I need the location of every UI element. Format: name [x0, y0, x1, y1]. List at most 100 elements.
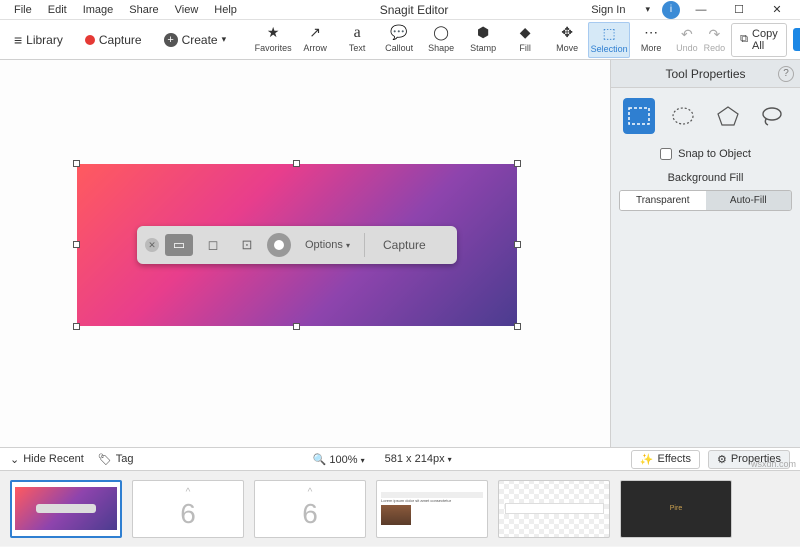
- star-icon: ★: [267, 25, 280, 41]
- move-icon: ✥: [561, 25, 573, 41]
- record-dot-icon: [85, 35, 95, 45]
- tool-move[interactable]: ✥Move: [546, 22, 588, 58]
- menu-image[interactable]: Image: [75, 2, 122, 18]
- tray-thumb[interactable]: [498, 480, 610, 538]
- redo-icon: ↷: [709, 26, 721, 43]
- resize-handle[interactable]: [293, 323, 300, 330]
- create-label: Create: [182, 33, 218, 47]
- panel-title: Tool Properties: [665, 67, 745, 81]
- selection-rect-shape[interactable]: [623, 98, 655, 134]
- menu-file[interactable]: File: [6, 2, 40, 18]
- close-icon: ✕: [145, 238, 159, 252]
- tray-thumb[interactable]: ^6: [132, 480, 244, 538]
- tool-fill[interactable]: ◆Fill: [504, 22, 546, 58]
- tag-button[interactable]: 🏷 Tag: [98, 453, 134, 466]
- tool-shape[interactable]: ◯Shape: [420, 22, 462, 58]
- tag-icon: 🏷: [98, 453, 112, 466]
- recent-tray: ^6 ^6 Lorem ipsum dolor sit amet consect…: [0, 471, 800, 546]
- maximize-button[interactable]: ☐: [722, 1, 756, 19]
- minimize-button[interactable]: —: [684, 1, 718, 19]
- tool-more[interactable]: ⋯More: [630, 22, 672, 58]
- zoom-control[interactable]: 🔍 100% ▾: [313, 453, 365, 466]
- window-mode-icon: ◻: [199, 234, 227, 256]
- selection-ellipse-shape[interactable]: [667, 98, 699, 134]
- selection-lasso-shape[interactable]: [756, 98, 788, 134]
- chevron-down-icon: ▾: [637, 2, 658, 17]
- options-label: Options ▾: [297, 239, 358, 251]
- tool-properties-panel: Tool Properties ? Snap to Object Backgro…: [610, 60, 800, 447]
- tool-arrow[interactable]: ↗Arrow: [294, 22, 336, 58]
- menu-view[interactable]: View: [167, 2, 207, 18]
- undo-button[interactable]: ↶Undo: [676, 26, 698, 53]
- chevron-down-icon: ⌄: [10, 453, 19, 466]
- bg-autofill-option[interactable]: Auto-Fill: [706, 191, 792, 210]
- capture-label: Capture: [99, 33, 142, 47]
- canvas-selection[interactable]: ✕ ▭ ◻ ⊡ Options ▾ Capture: [77, 164, 517, 326]
- copy-all-button[interactable]: ⧉ Copy All: [731, 23, 787, 57]
- tool-favorites[interactable]: ★Favorites: [252, 22, 294, 58]
- text-icon: a: [354, 25, 361, 41]
- resize-handle[interactable]: [73, 241, 80, 248]
- dimensions-control[interactable]: 581 x 214px ▾: [385, 453, 452, 465]
- snap-label: Snap to Object: [678, 148, 751, 160]
- bgfill-label: Background Fill: [611, 168, 800, 188]
- create-button[interactable]: + Create ▾: [158, 29, 233, 51]
- undo-icon: ↶: [681, 26, 693, 43]
- capture-toolbar: ✕ ▭ ◻ ⊡ Options ▾ Capture: [137, 226, 457, 264]
- tray-thumb[interactable]: Lorem ipsum dolor sit amet consectetur: [376, 480, 488, 538]
- help-icon[interactable]: ?: [778, 66, 794, 82]
- library-label: Library: [26, 33, 63, 47]
- share-button[interactable]: ⬆ Share: [793, 28, 800, 51]
- selection-polygon-shape[interactable]: [712, 98, 744, 134]
- gear-icon: ⚙: [717, 453, 727, 466]
- capture-action-label: Capture: [371, 234, 438, 256]
- close-button[interactable]: ✕: [760, 1, 794, 19]
- tool-callout[interactable]: 💬Callout: [378, 22, 420, 58]
- library-button[interactable]: ≡ Library: [8, 28, 69, 52]
- effects-button[interactable]: ✨ Effects: [631, 450, 700, 469]
- resize-handle[interactable]: [514, 241, 521, 248]
- resize-handle[interactable]: [514, 160, 521, 167]
- tool-stamp[interactable]: ⬢Stamp: [462, 22, 504, 58]
- fullscreen-mode-icon: ▭: [165, 234, 193, 256]
- resize-handle[interactable]: [293, 160, 300, 167]
- window-title: Snagit Editor: [245, 3, 583, 17]
- stamp-icon: ⬢: [477, 25, 489, 41]
- resize-handle[interactable]: [73, 160, 80, 167]
- tool-strip: ★Favorites ↗Arrow aText 💬Callout ◯Shape …: [252, 22, 672, 58]
- more-icon: ⋯: [644, 25, 658, 41]
- arrow-icon: ↗: [309, 25, 321, 41]
- shape-icon: ◯: [433, 25, 449, 41]
- capture-button[interactable]: Capture: [79, 29, 148, 51]
- sign-in-link[interactable]: Sign In: [583, 2, 633, 18]
- wand-icon: ✨: [640, 453, 654, 466]
- tool-text[interactable]: aText: [336, 22, 378, 58]
- callout-icon: 💬: [390, 25, 407, 41]
- selection-icon: ⬚: [603, 26, 616, 42]
- fill-icon: ◆: [520, 25, 531, 41]
- resize-handle[interactable]: [73, 323, 80, 330]
- account-avatar[interactable]: i: [662, 1, 680, 19]
- canvas-image: ✕ ▭ ◻ ⊡ Options ▾ Capture: [77, 164, 517, 326]
- record-button-icon: [267, 233, 291, 257]
- tray-thumb[interactable]: [10, 480, 122, 538]
- menu-edit[interactable]: Edit: [40, 2, 75, 18]
- hide-recent-button[interactable]: ⌄ Hide Recent: [10, 453, 84, 466]
- menu-help[interactable]: Help: [206, 2, 245, 18]
- tool-selection[interactable]: ⬚Selection: [588, 22, 630, 58]
- hamburger-icon: ≡: [14, 32, 22, 48]
- search-icon: 🔍: [313, 454, 327, 466]
- copy-icon: ⧉: [740, 33, 748, 46]
- bg-transparent-option[interactable]: Transparent: [620, 191, 706, 210]
- watermark: wsxdn.com: [751, 459, 796, 469]
- redo-button[interactable]: ↷Redo: [704, 26, 726, 53]
- chevron-down-icon: ▾: [222, 34, 227, 45]
- resize-handle[interactable]: [514, 323, 521, 330]
- canvas-area[interactable]: ✕ ▭ ◻ ⊡ Options ▾ Capture: [0, 60, 610, 447]
- tray-thumb[interactable]: Pire: [620, 480, 732, 538]
- plus-icon: +: [164, 33, 178, 47]
- tray-thumb[interactable]: ^6: [254, 480, 366, 538]
- menu-share[interactable]: Share: [121, 2, 166, 18]
- region-mode-icon: ⊡: [233, 234, 261, 256]
- snap-checkbox[interactable]: [660, 148, 672, 160]
